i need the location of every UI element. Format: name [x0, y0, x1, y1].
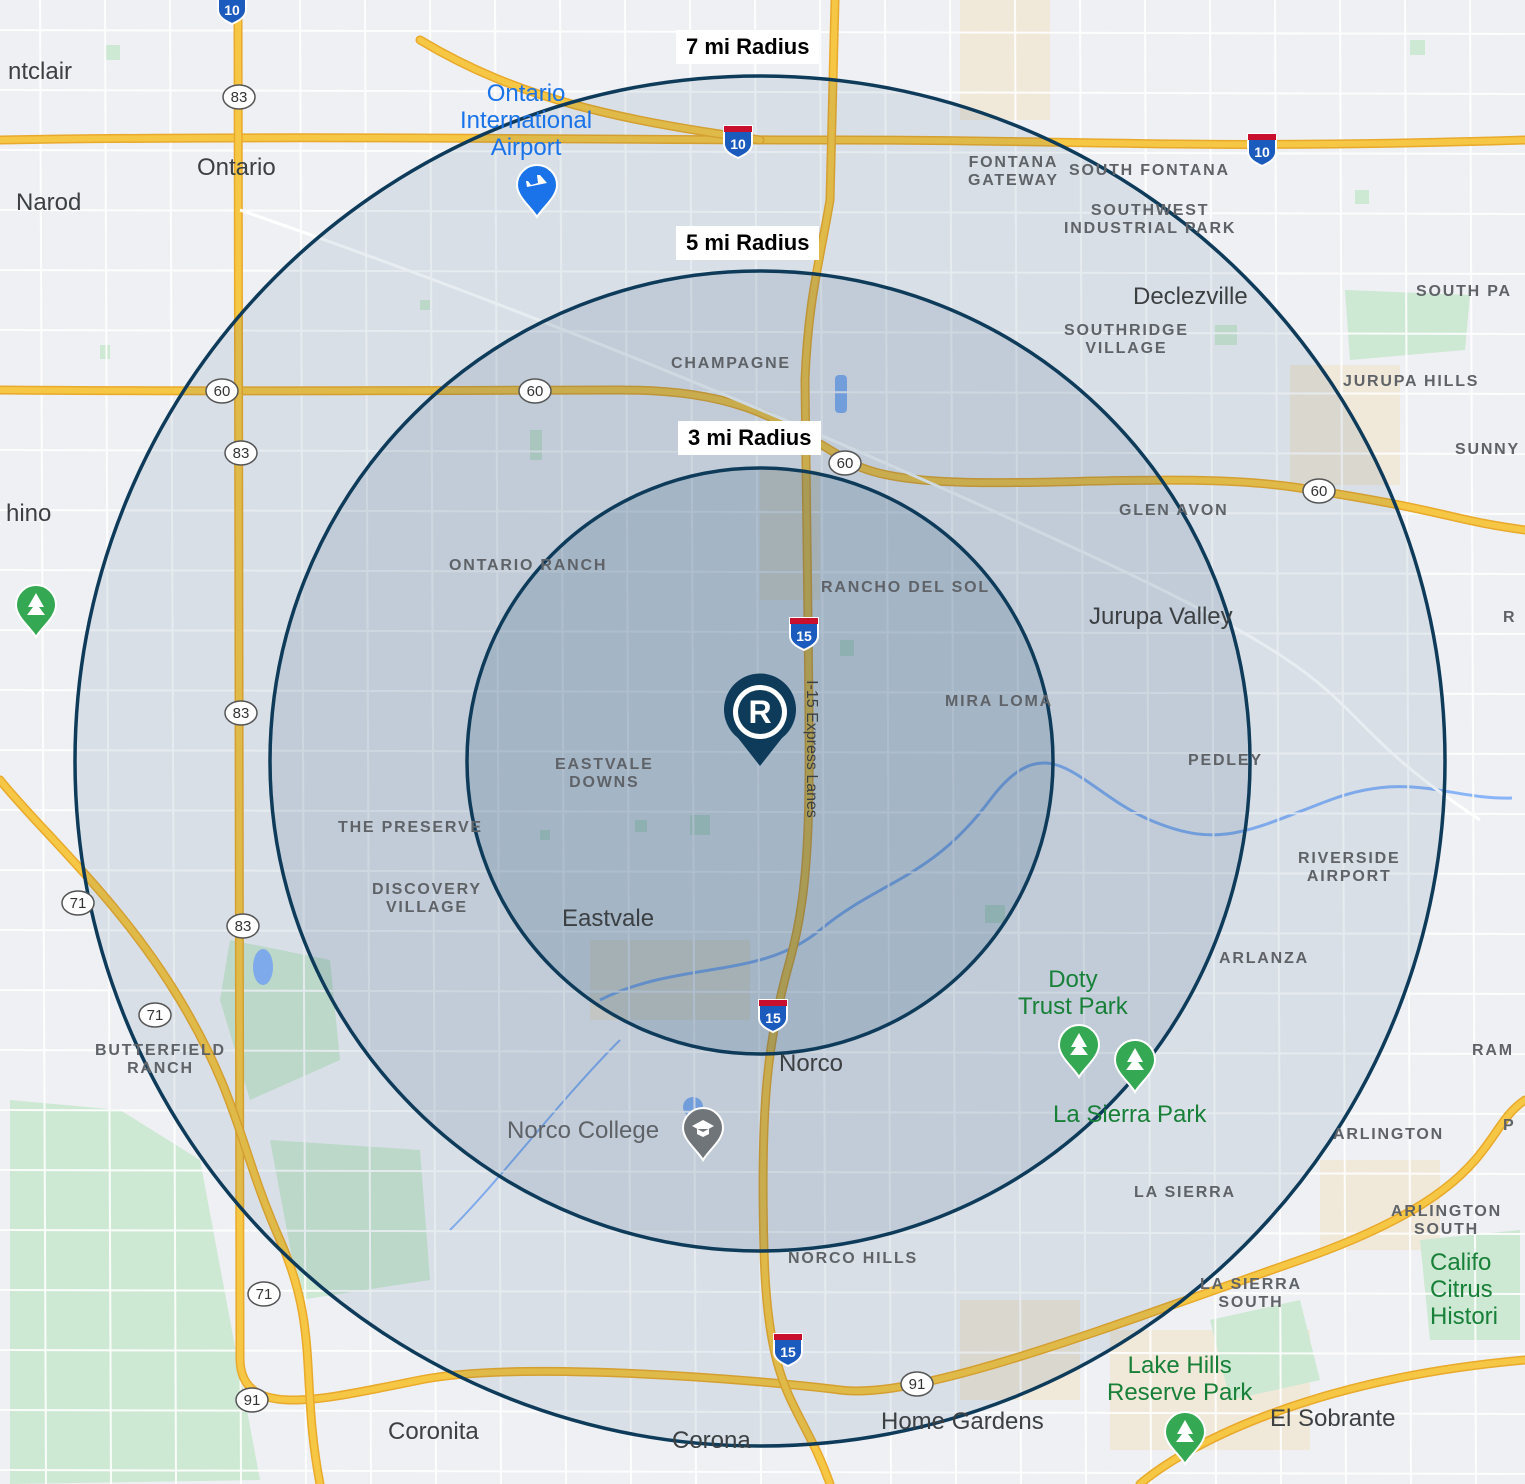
- poi-airport-label[interactable]: Ontario International Airport: [460, 80, 592, 161]
- city-label: Narod: [16, 189, 82, 216]
- neighborhood-label: SOUTH FONTANA: [1069, 162, 1230, 179]
- state-shield: 60: [205, 378, 239, 404]
- neighborhood-label: LA SIERRA: [1134, 1184, 1236, 1201]
- state-shield: 60: [518, 378, 552, 404]
- city-label: Norco: [779, 1050, 844, 1077]
- interstate-shield: 10: [1247, 133, 1277, 168]
- shield-number: 91: [909, 1376, 926, 1393]
- interstate-shield: 15: [773, 1333, 803, 1368]
- shield-top: [790, 618, 818, 624]
- park-area: [1355, 190, 1369, 204]
- city-label: Corona: [672, 1427, 751, 1454]
- shield-number: 10: [730, 136, 746, 152]
- map-canvas[interactable]: 10 10 10 15 15 15 83 83 83 83 60 60 60 60 71 71 71 91 91 R: [0, 0, 1525, 1484]
- shield-number: 83: [233, 445, 250, 462]
- interstate-shield: 10: [723, 125, 753, 160]
- neighborhood-label: THE PRESERVE: [338, 819, 483, 836]
- shield-number: 83: [231, 89, 248, 106]
- park-area: [105, 45, 120, 60]
- radius-label-7mi: 7 mi Radius: [676, 30, 820, 64]
- shield-number: 60: [1311, 483, 1328, 500]
- shield-number: 71: [147, 1007, 164, 1024]
- shield-number: 10: [1254, 144, 1270, 160]
- neighborhood-label: NORCO HILLS: [788, 1250, 919, 1267]
- neighborhood-label: GLEN AVON: [1119, 502, 1229, 519]
- city-label: Ontario: [197, 154, 276, 181]
- shield-top: [724, 126, 752, 132]
- shield-number: 60: [837, 455, 854, 472]
- poi-citrus-label[interactable]: Califo Citrus Histori: [1430, 1249, 1498, 1330]
- interstate-shield: 15: [789, 617, 819, 652]
- shield-number: 60: [527, 383, 544, 400]
- state-shield: 91: [235, 1387, 269, 1413]
- neighborhood-label: LA SIERRA SOUTH: [1200, 1276, 1302, 1311]
- neighborhood-label: SOUTH PA: [1416, 283, 1512, 300]
- neighborhood-label: FONTANA GATEWAY: [968, 154, 1059, 189]
- neighborhood-label: DISCOVERY VILLAGE: [372, 881, 482, 916]
- city-label: hino: [6, 500, 52, 527]
- neighborhood-label: SOUTHRIDGE VILLAGE: [1064, 322, 1189, 357]
- state-shield: 60: [1302, 478, 1336, 504]
- state-shield: 83: [224, 440, 258, 466]
- shield-number: 15: [780, 1344, 796, 1360]
- neighborhood-label: ONTARIO RANCH: [449, 557, 608, 574]
- city-label: ntclair: [8, 58, 73, 85]
- neighborhood-label: BUTTERFIELD RANCH: [95, 1042, 226, 1077]
- park-area: [100, 345, 110, 359]
- neighborhood-label: EASTVALE DOWNS: [555, 756, 654, 791]
- neighborhood-label: SOUTHWEST INDUSTRIAL PARK: [1064, 202, 1237, 237]
- road-label-i15-express: I-15 Express Lanes: [802, 680, 820, 818]
- park-area: [1410, 40, 1425, 55]
- poi-lake-hills-park-label[interactable]: Lake Hills Reserve Park: [1107, 1352, 1252, 1406]
- shield-top: [759, 1000, 787, 1006]
- neighborhood-label: CHAMPAGNE: [671, 355, 791, 372]
- poi-college-label[interactable]: Norco College: [507, 1117, 659, 1145]
- shield-number: 71: [256, 1286, 273, 1303]
- state-shield: 91: [900, 1371, 934, 1397]
- state-shield: 71: [61, 890, 95, 916]
- neighborhood-label: ARLINGTON SOUTH: [1391, 1203, 1503, 1238]
- state-shield: 71: [138, 1002, 172, 1028]
- interstate-shield: 15: [758, 999, 788, 1034]
- neighborhood-label: MIRA LOMA: [945, 693, 1054, 710]
- city-label: Home Gardens: [881, 1408, 1044, 1435]
- city-label: El Sobrante: [1270, 1405, 1396, 1432]
- shield-number: 60: [214, 383, 231, 400]
- shield-number: 91: [244, 1392, 261, 1409]
- state-shield: 71: [247, 1281, 281, 1307]
- center-pin-letter: R: [748, 694, 771, 730]
- state-shield: 83: [222, 84, 256, 110]
- state-shield: 83: [224, 700, 258, 726]
- radius-map[interactable]: 10 10 10 15 15 15 83 83 83 83 60 60 60 60 71 71 71 91 91 R…: [0, 0, 1525, 1484]
- state-shield: 83: [226, 913, 260, 939]
- neighborhood-label: RIVERSIDE AIRPORT: [1298, 850, 1401, 885]
- radius-label-3mi: 3 mi Radius: [678, 421, 822, 455]
- shield-number: 83: [235, 918, 252, 935]
- neighborhood-label: P: [1503, 1117, 1516, 1134]
- city-label: Eastvale: [562, 905, 655, 932]
- state-shield: 60: [828, 450, 862, 476]
- neighborhood-label: RAM: [1472, 1042, 1514, 1059]
- neighborhood-label: ARLINGTON: [1333, 1126, 1445, 1143]
- neighborhood-label: R: [1503, 609, 1517, 626]
- urban-area: [960, 0, 1050, 120]
- poi-doty-park-label[interactable]: Doty Trust Park: [1018, 966, 1128, 1020]
- radius-label-5mi: 5 mi Radius: [676, 226, 820, 260]
- city-label: Jurupa Valley: [1089, 603, 1233, 630]
- neighborhood-label: RANCHO DEL SOL: [821, 579, 990, 596]
- shield-top: [1248, 134, 1276, 140]
- city-label: Coronita: [388, 1418, 479, 1445]
- shield-number: 10: [224, 2, 240, 18]
- shield-number: 71: [70, 895, 87, 912]
- neighborhood-label: ARLANZA: [1219, 950, 1309, 967]
- shield-top: [774, 1334, 802, 1340]
- shield-number: 83: [233, 705, 250, 722]
- neighborhood-label: JURUPA HILLS: [1343, 373, 1480, 390]
- neighborhood-label: SUNNY: [1455, 441, 1521, 458]
- poi-la-sierra-park-label[interactable]: La Sierra Park: [1053, 1101, 1206, 1128]
- shield-number: 15: [796, 628, 812, 644]
- shield-number: 15: [765, 1010, 781, 1026]
- city-label: Declezville: [1133, 283, 1248, 310]
- neighborhood-label: PEDLEY: [1188, 752, 1263, 769]
